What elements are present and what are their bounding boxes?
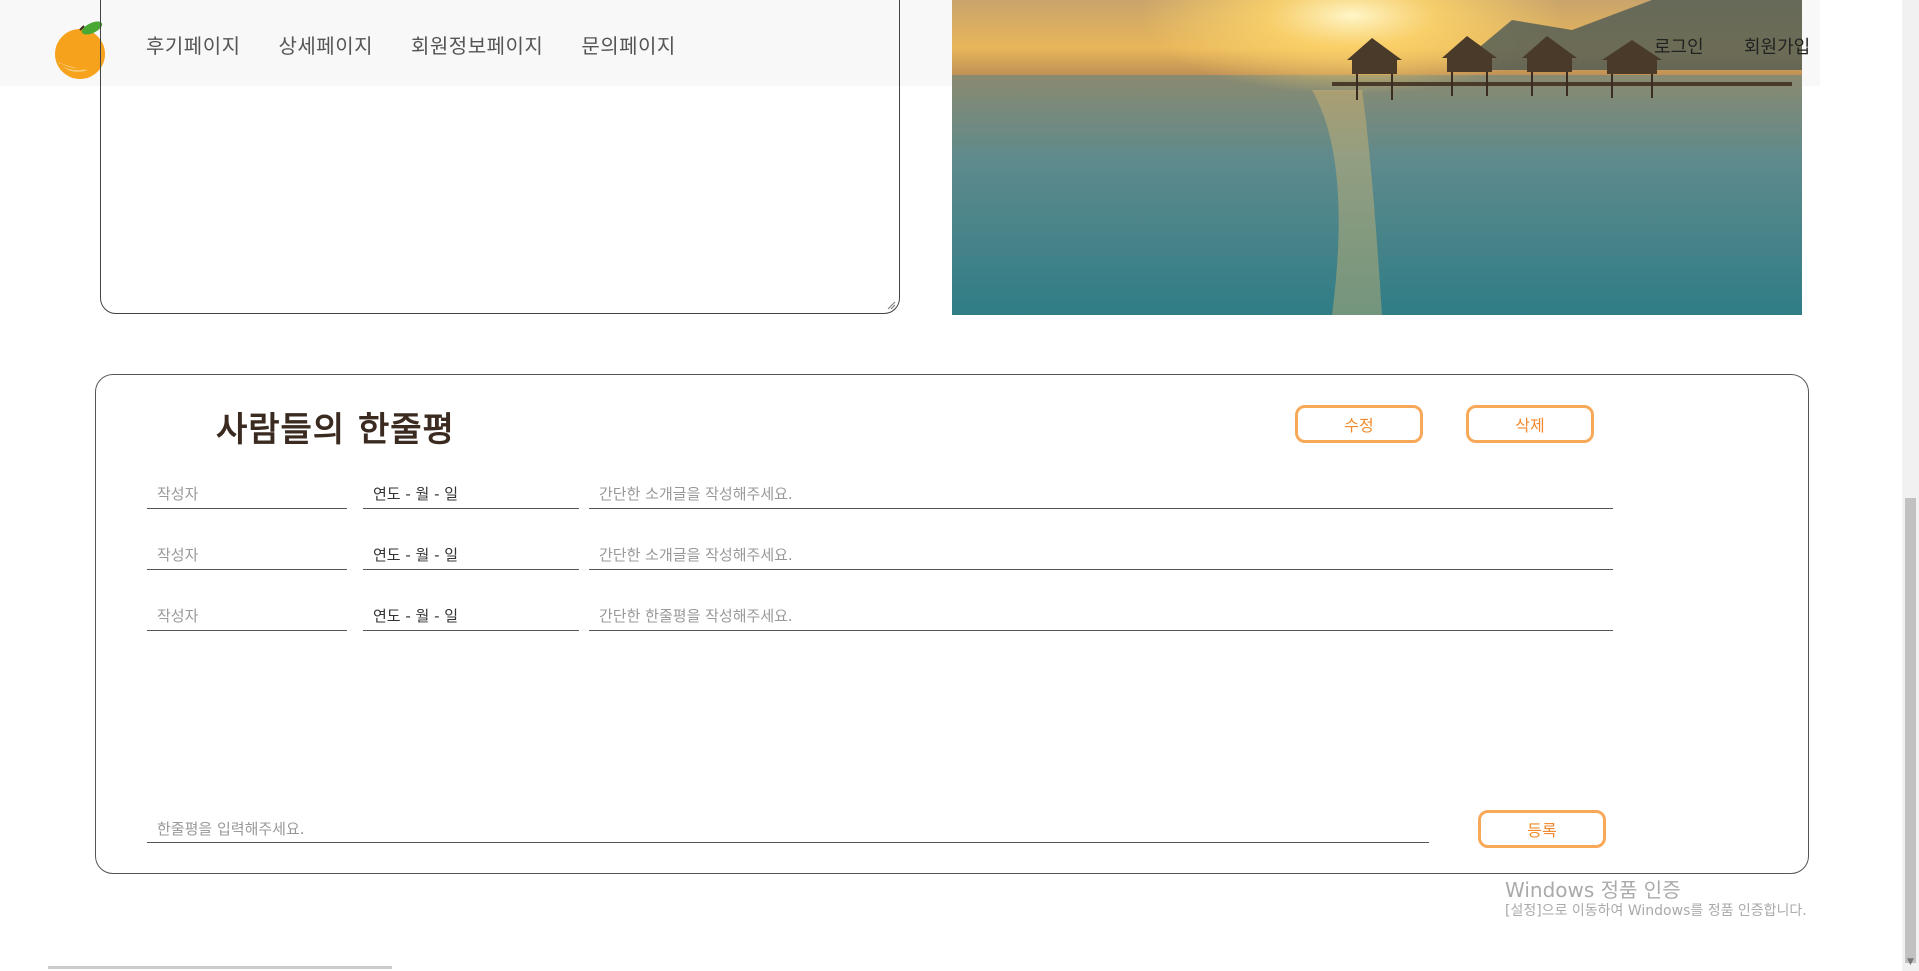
scroll-down-arrow-icon[interactable]: ▼ bbox=[1904, 956, 1917, 968]
author-field[interactable]: 작성자 bbox=[147, 601, 347, 631]
author-field[interactable]: 작성자 bbox=[147, 479, 347, 509]
delete-button[interactable]: 삭제 bbox=[1466, 405, 1594, 443]
bottom-divider bbox=[48, 966, 392, 969]
scrollbar-thumb[interactable] bbox=[1905, 498, 1916, 963]
edit-button[interactable]: 수정 bbox=[1295, 405, 1423, 443]
review-text-field[interactable]: 간단한 한줄평을 작성해주세요. bbox=[589, 601, 1613, 631]
register-button[interactable]: 등록 bbox=[1478, 810, 1606, 848]
signup-link[interactable]: 회원가입 bbox=[1744, 33, 1810, 59]
author-field[interactable]: 작성자 bbox=[147, 540, 347, 570]
activation-watermark-subtitle: [설정]으로 이동하여 Windows를 정품 인증합니다. bbox=[1505, 903, 1807, 919]
review-title: 사람들의 한줄평 bbox=[216, 410, 455, 450]
review-text-field[interactable]: 간단한 소개글을 작성해주세요. bbox=[589, 540, 1613, 570]
review-text-field[interactable]: 간단한 소개글을 작성해주세요. bbox=[589, 479, 1613, 509]
date-field[interactable]: 연도 - 월 - 일 bbox=[363, 540, 579, 570]
activation-watermark-title: Windows 정품 인증 bbox=[1505, 878, 1681, 902]
comment-input[interactable]: 한줄평을 입력해주세요. bbox=[147, 815, 1429, 843]
login-link[interactable]: 로그인 bbox=[1654, 33, 1704, 59]
intro-textarea[interactable] bbox=[100, 0, 900, 314]
resize-handle-icon[interactable] bbox=[886, 300, 896, 310]
date-field[interactable]: 연도 - 월 - 일 bbox=[363, 601, 579, 631]
date-field[interactable]: 연도 - 월 - 일 bbox=[363, 479, 579, 509]
